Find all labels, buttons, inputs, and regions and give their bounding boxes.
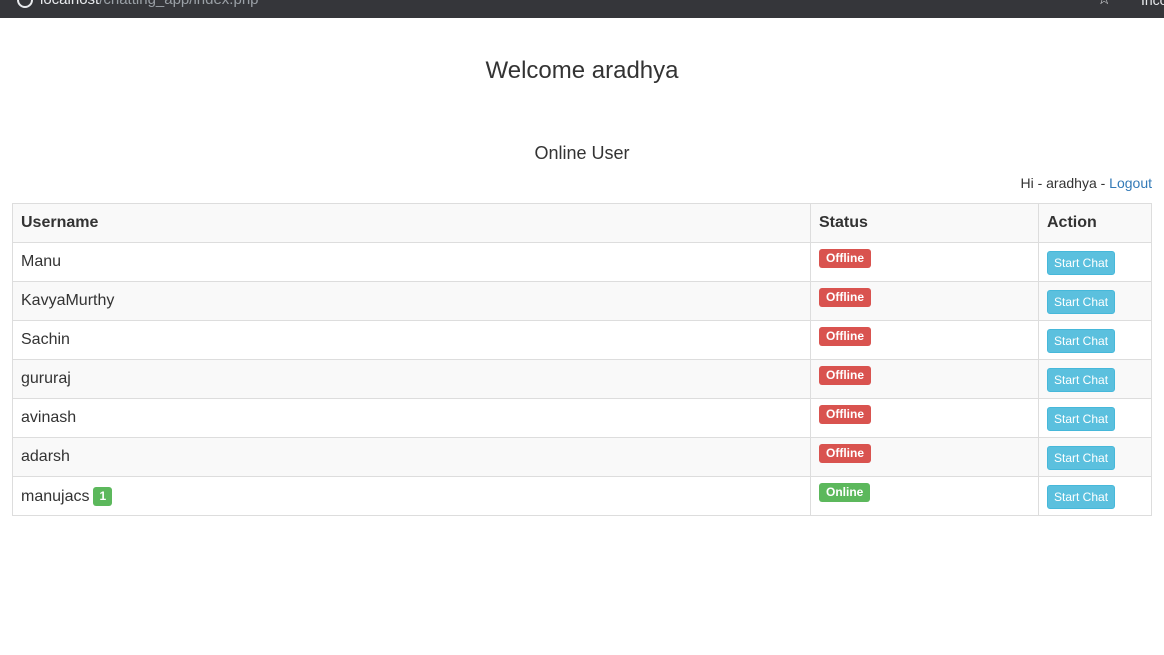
table-row: adarsh Offline Start Chat [12, 437, 1152, 477]
greeting-text: Hi - aradhya - [1020, 175, 1110, 191]
username-cell: avinash [12, 398, 811, 438]
incognito-label[interactable]: Inco [1141, 0, 1164, 9]
address-bar[interactable]: localhost/chatting_app/index.php [40, 0, 259, 9]
action-cell: Start Chat [1038, 437, 1152, 477]
logout-link[interactable]: Logout [1109, 175, 1152, 191]
username: gururaj [21, 370, 71, 387]
info-icon[interactable] [17, 0, 33, 8]
action-cell: Start Chat [1038, 242, 1152, 282]
url-host: localhost [40, 0, 99, 8]
status-badge: Offline [819, 288, 871, 307]
action-cell: Start Chat [1038, 398, 1152, 438]
table-row: manujacs 1 Online Start Chat [12, 476, 1152, 516]
status-badge: Online [819, 483, 871, 502]
table-header-row: Username Status Action [12, 203, 1152, 243]
status-cell: Online [810, 476, 1039, 516]
start-chat-button[interactable]: Start Chat [1047, 446, 1116, 470]
start-chat-button[interactable]: Start Chat [1047, 485, 1116, 509]
bookmark-star-icon[interactable]: ☆ [1097, 0, 1111, 9]
table-row: Sachin Offline Start Chat [12, 320, 1152, 360]
status-badge: Offline [819, 327, 871, 346]
status-cell: Offline [810, 398, 1039, 438]
table-row: Manu Offline Start Chat [12, 242, 1152, 282]
start-chat-button[interactable]: Start Chat [1047, 368, 1116, 392]
username-cell: Sachin [12, 320, 811, 360]
table-row: gururaj Offline Start Chat [12, 359, 1152, 399]
user-bar: Hi - aradhya - Logout [1020, 174, 1152, 192]
username-cell: adarsh [12, 437, 811, 477]
table-row: avinash Offline Start Chat [12, 398, 1152, 438]
start-chat-button[interactable]: Start Chat [1047, 329, 1116, 353]
welcome-heading: Welcome aradhya [485, 57, 679, 84]
status-cell: Offline [810, 437, 1039, 477]
action-cell: Start Chat [1038, 476, 1152, 516]
username: Manu [21, 253, 62, 270]
username: adarsh [21, 448, 70, 465]
status-badge: Offline [819, 249, 871, 268]
start-chat-button[interactable]: Start Chat [1047, 407, 1116, 431]
status-cell: Offline [810, 359, 1039, 399]
action-cell: Start Chat [1038, 281, 1152, 321]
username-cell: gururaj [12, 359, 811, 399]
header-action: Action [1038, 203, 1152, 243]
start-chat-button[interactable]: Start Chat [1047, 251, 1116, 275]
section-title: Online User [534, 143, 630, 163]
status-cell: Offline [810, 281, 1039, 321]
action-cell: Start Chat [1038, 359, 1152, 399]
username-cell: Manu [12, 242, 811, 282]
status-cell: Offline [810, 320, 1039, 360]
username-cell: manujacs 1 [12, 476, 811, 516]
status-badge: Offline [819, 444, 871, 463]
username: KavyaMurthy [21, 292, 115, 309]
username: manujacs [21, 487, 90, 505]
start-chat-button[interactable]: Start Chat [1047, 290, 1116, 314]
unread-count-badge: 1 [93, 486, 113, 506]
browser-toolbar: localhost/chatting_app/index.php ☆ Inco [0, 0, 1164, 18]
header-username: Username [12, 203, 811, 243]
status-badge: Offline [819, 366, 871, 385]
status-badge: Offline [819, 405, 871, 424]
username: Sachin [21, 331, 70, 348]
table-row: KavyaMurthy Offline Start Chat [12, 281, 1152, 321]
header-status: Status [810, 203, 1039, 243]
username: avinash [21, 409, 77, 426]
users-table: Username Status Action Manu Offline Start … [12, 203, 1152, 516]
username-cell: KavyaMurthy [12, 281, 811, 321]
status-cell: Offline [810, 242, 1039, 282]
action-cell: Start Chat [1038, 320, 1152, 360]
url-path: /chatting_app/index.php [99, 0, 258, 8]
